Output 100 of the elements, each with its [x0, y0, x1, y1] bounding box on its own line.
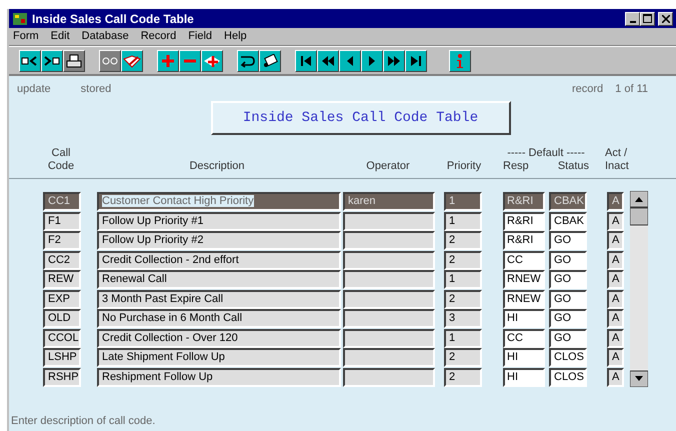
- column-header: Code: [46, 160, 76, 174]
- last-record-icon[interactable]: [405, 50, 427, 72]
- description-field[interactable]: Follow Up Priority #2: [97, 231, 341, 250]
- column-header: Description: [188, 160, 246, 174]
- call-code-cell[interactable]: F2: [43, 231, 81, 250]
- status-field[interactable]: GO: [549, 270, 587, 289]
- vertical-scrollbar[interactable]: [630, 191, 648, 387]
- operator-field[interactable]: [343, 212, 435, 230]
- priority-field[interactable]: 2: [444, 348, 482, 367]
- record-label: record: [572, 82, 604, 95]
- menu-item[interactable]: Database: [82, 28, 129, 45]
- active-field[interactable]: A: [607, 212, 624, 230]
- active-field[interactable]: A: [607, 231, 624, 250]
- operator-field[interactable]: karen: [343, 192, 435, 211]
- app-icon: [12, 12, 28, 26]
- operator-field[interactable]: [343, 348, 435, 367]
- operator-field[interactable]: [343, 290, 435, 308]
- menu-item[interactable]: Edit: [50, 28, 70, 45]
- status-field[interactable]: GO: [549, 290, 587, 308]
- active-field[interactable]: A: [607, 309, 624, 328]
- menu-item[interactable]: Form: [13, 28, 39, 45]
- description-field[interactable]: Credit Collection - 2nd effort: [97, 250, 341, 270]
- priority-field[interactable]: 2: [444, 368, 482, 386]
- priority-field[interactable]: 1: [444, 212, 482, 230]
- status-field[interactable]: GO: [549, 250, 587, 270]
- status-field[interactable]: GO: [549, 309, 587, 328]
- description-field[interactable]: Late Shipment Follow Up: [97, 348, 341, 367]
- call-code-cell[interactable]: LSHP: [43, 348, 81, 367]
- column-header: Priority: [446, 160, 482, 174]
- menu-item[interactable]: Field: [188, 28, 212, 45]
- status-field[interactable]: CBAK: [549, 192, 587, 211]
- description-field[interactable]: Follow Up Priority #1: [97, 212, 341, 230]
- description-field[interactable]: Customer Contact High Priority: [97, 192, 341, 211]
- call-code-cell[interactable]: OLD: [43, 309, 81, 328]
- add-icon[interactable]: [157, 50, 179, 72]
- page-forward-icon[interactable]: [383, 50, 405, 72]
- status-field[interactable]: CBAK: [549, 212, 587, 230]
- menu-item[interactable]: Help: [224, 28, 247, 45]
- active-field[interactable]: A: [607, 328, 624, 348]
- call-code-cell[interactable]: EXP: [43, 290, 81, 308]
- operator-field[interactable]: [343, 309, 435, 328]
- active-field[interactable]: A: [607, 270, 624, 289]
- previous-icon[interactable]: [339, 50, 361, 72]
- active-field[interactable]: A: [607, 192, 624, 211]
- resp-field[interactable]: RNEW: [503, 270, 545, 289]
- printer-icon[interactable]: [63, 50, 85, 72]
- status-field[interactable]: CLOS: [549, 348, 587, 367]
- call-code-cell[interactable]: CC1: [43, 192, 81, 211]
- page-back-icon[interactable]: [317, 50, 339, 72]
- remove-icon[interactable]: [179, 50, 201, 72]
- insert-icon[interactable]: [201, 50, 223, 72]
- active-field[interactable]: A: [607, 368, 624, 386]
- resp-field[interactable]: R&RI: [503, 212, 545, 230]
- priority-field[interactable]: 2: [444, 290, 482, 308]
- menu-item[interactable]: Record: [140, 28, 176, 45]
- operator-field[interactable]: [343, 368, 435, 386]
- call-code-cell[interactable]: F1: [43, 212, 81, 230]
- info-icon[interactable]: [449, 50, 471, 72]
- maximize-button[interactable]: [640, 12, 656, 26]
- glasses-icon[interactable]: [99, 50, 121, 72]
- description-field[interactable]: 3 Month Past Expire Call: [97, 290, 341, 308]
- priority-field[interactable]: 3: [444, 309, 482, 328]
- resp-field[interactable]: HI: [503, 348, 545, 367]
- first-record-icon[interactable]: [295, 50, 317, 72]
- description-field[interactable]: No Purchase in 6 Month Call: [97, 309, 341, 328]
- resp-field[interactable]: CC: [503, 328, 545, 348]
- call-code-cell[interactable]: RSHP: [43, 368, 81, 386]
- status-message: Enter description of call code.: [11, 414, 156, 428]
- resp-field[interactable]: HI: [503, 309, 545, 328]
- return-icon[interactable]: [237, 50, 259, 72]
- resp-field[interactable]: HI: [503, 368, 545, 386]
- operator-field[interactable]: [343, 328, 435, 348]
- priority-field[interactable]: 2: [444, 250, 482, 270]
- operator-field[interactable]: [343, 231, 435, 250]
- record-counter: 1 of 11: [615, 82, 648, 95]
- priority-field[interactable]: 1: [444, 192, 482, 211]
- call-code-cell[interactable]: CCOL: [43, 328, 81, 348]
- priority-field[interactable]: 1: [444, 270, 482, 289]
- minimize-button[interactable]: [625, 12, 640, 26]
- resp-field[interactable]: R&RI: [503, 231, 545, 250]
- priority-field[interactable]: 1: [444, 328, 482, 348]
- resp-field[interactable]: CC: [503, 250, 545, 270]
- next-icon[interactable]: [361, 50, 383, 72]
- resp-field[interactable]: R&RI: [503, 192, 545, 211]
- priority-field[interactable]: 2: [444, 231, 482, 250]
- call-code-cell[interactable]: REW: [43, 270, 81, 289]
- active-field[interactable]: A: [607, 290, 624, 308]
- description-field[interactable]: Credit Collection - Over 120: [97, 328, 341, 348]
- operator-field[interactable]: [343, 270, 435, 289]
- active-field[interactable]: A: [607, 348, 624, 367]
- status-field[interactable]: GO: [549, 328, 587, 348]
- active-field[interactable]: A: [607, 250, 624, 270]
- description-field[interactable]: Renewal Call: [97, 270, 341, 289]
- status-field[interactable]: CLOS: [549, 368, 587, 386]
- close-button[interactable]: [658, 12, 673, 26]
- call-code-cell[interactable]: CC2: [43, 250, 81, 270]
- resp-field[interactable]: RNEW: [503, 290, 545, 308]
- description-field[interactable]: Reshipment Follow Up: [97, 368, 341, 386]
- operator-field[interactable]: [343, 250, 435, 270]
- status-field[interactable]: GO: [549, 231, 587, 250]
